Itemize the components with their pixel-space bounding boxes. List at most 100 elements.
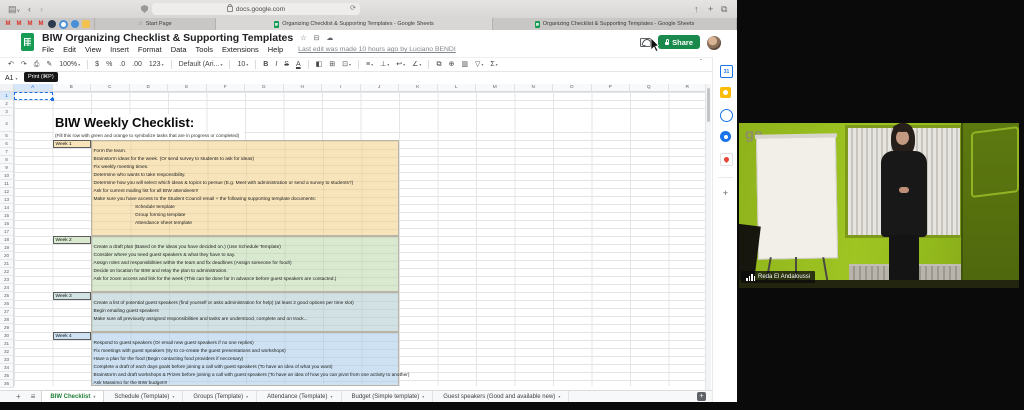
week-label-4[interactable]: Week 4 — [53, 332, 92, 340]
menu-insert[interactable]: Insert — [110, 45, 129, 54]
add-sheet-button[interactable]: + — [12, 392, 25, 401]
row-header-35[interactable]: 35 — [0, 372, 14, 380]
maps-icon[interactable] — [720, 153, 733, 166]
redo-button[interactable]: ↷ — [21, 60, 27, 70]
sheet-tab-5[interactable]: Budget (Simple template)▾ — [344, 391, 434, 402]
increase-decimals-button[interactable]: .00 — [132, 60, 142, 70]
pinned-tab-blue-ring-icon[interactable] — [59, 20, 68, 29]
task-cell[interactable]: Create a draft plan (Based on the ideas … — [94, 244, 281, 252]
row-header-31[interactable]: 31 — [0, 340, 14, 348]
vertical-align-button[interactable]: ⊥▾ — [380, 60, 389, 70]
vertical-scrollbar[interactable] — [705, 84, 711, 390]
row-header-6[interactable]: 6 — [0, 140, 14, 148]
menu-help[interactable]: Help — [268, 45, 283, 54]
privacy-shield-icon[interactable] — [141, 5, 148, 13]
row-header-32[interactable]: 32 — [0, 348, 14, 356]
column-header-I[interactable]: I — [322, 84, 361, 92]
column-header-P[interactable]: P — [592, 84, 631, 92]
sheet-tab-2[interactable]: Schedule (Template)▾ — [106, 391, 183, 402]
pinned-tab-gmail-icon[interactable]: M — [26, 20, 34, 28]
sheet-title-cell[interactable]: BIW Weekly Checklist: — [55, 114, 202, 131]
task-cell[interactable]: Respond to guest speakers (Or email new … — [94, 340, 254, 348]
row-header-24[interactable]: 24 — [0, 284, 14, 292]
menu-view[interactable]: View — [85, 45, 101, 54]
italic-button[interactable]: I — [275, 60, 277, 70]
column-header-E[interactable]: E — [168, 84, 207, 92]
format-percent-button[interactable]: % — [106, 60, 112, 70]
pinned-tab-dark-icon[interactable] — [48, 20, 56, 28]
row-header-1[interactable]: 1 — [0, 92, 14, 100]
borders-button[interactable]: ⊞ — [329, 60, 335, 70]
explore-button[interactable]: + — [697, 392, 706, 401]
insert-comment-button[interactable]: ⊕ — [448, 60, 454, 70]
all-sheets-button[interactable]: ≡ — [27, 392, 40, 401]
task-cell[interactable]: Ask Massimo for the BIW budget!!! — [94, 380, 168, 388]
row-header-34[interactable]: 34 — [0, 364, 14, 372]
row-header-33[interactable]: 33 — [0, 356, 14, 364]
pinned-tab-gmail-icon[interactable]: M — [37, 20, 45, 28]
sidebar-toggle-icon[interactable]: ▤∨ — [8, 3, 20, 17]
strikethrough-button[interactable]: S — [284, 60, 289, 70]
row-header-11[interactable]: 11 — [0, 180, 14, 188]
paint-format-button[interactable]: ✎ — [46, 60, 52, 70]
task-cell[interactable]: Make sure all previously assigned respon… — [94, 316, 308, 324]
row-header-13[interactable]: 13 — [0, 196, 14, 204]
select-all-corner[interactable] — [0, 84, 14, 92]
share-page-icon[interactable]: ↑ — [694, 3, 699, 15]
sheet-subtitle-cell[interactable]: (Fill this row with green and orange to … — [55, 132, 244, 140]
format-currency-button[interactable]: $ — [95, 60, 99, 70]
insert-chart-button[interactable]: ▥ — [461, 60, 468, 70]
task-cell[interactable]: Begin emailing guest speakers — [94, 308, 159, 316]
week-label-3[interactable]: Week 3 — [53, 292, 92, 300]
video-participant-tile[interactable]: ge Reda El Andaloussi — [739, 123, 1019, 288]
insert-link-button[interactable]: ⧉ — [436, 60, 441, 70]
undo-button[interactable]: ↶ — [8, 60, 14, 70]
task-cell[interactable]: Determine how you will select which idea… — [94, 180, 354, 188]
reload-icon[interactable]: ⟳ — [350, 4, 356, 12]
side-panel-collapse-icon[interactable]: ˆ — [700, 60, 702, 66]
row-header-14[interactable]: 14 — [0, 204, 14, 212]
keep-icon[interactable] — [720, 87, 731, 98]
row-header-15[interactable]: 15 — [0, 212, 14, 220]
menu-extensions[interactable]: Extensions — [222, 45, 259, 54]
row-header-19[interactable]: 19 — [0, 244, 14, 252]
browser-tab-2[interactable]: Organizing Checklist & Supporting Templa… — [216, 18, 493, 30]
number-format-button[interactable]: 123▾ — [149, 60, 164, 70]
column-header-L[interactable]: L — [438, 84, 477, 92]
pinned-tab-gmail-icon[interactable]: M — [4, 20, 12, 28]
column-header-N[interactable]: N — [515, 84, 554, 92]
row-header-20[interactable]: 20 — [0, 252, 14, 260]
spreadsheet-grid[interactable]: ABCDEFGHIJKLMNOPQR 123456789101112131415… — [0, 84, 712, 390]
row-header-22[interactable]: 22 — [0, 268, 14, 276]
zoom-select-button[interactable]: 100%▾ — [59, 60, 80, 70]
merge-cells-button[interactable]: ⊡▾ — [342, 60, 351, 70]
tasks-icon[interactable] — [720, 109, 733, 122]
row-header-27[interactable]: 27 — [0, 308, 14, 316]
column-header-H[interactable]: H — [284, 84, 323, 92]
row-header-5[interactable]: 5 — [0, 132, 14, 140]
row-header-26[interactable]: 26 — [0, 300, 14, 308]
move-folder-icon[interactable]: ⊟ — [314, 34, 320, 42]
forward-button[interactable]: › — [40, 3, 43, 15]
row-header-29[interactable]: 29 — [0, 324, 14, 332]
pinned-tab-yellow-icon[interactable] — [82, 20, 90, 28]
share-button[interactable]: Share — [658, 35, 700, 49]
row-header-3[interactable]: 3 — [0, 108, 14, 116]
row-header-2[interactable]: 2 — [0, 100, 14, 108]
column-header-C[interactable]: C — [91, 84, 130, 92]
create-filter-button[interactable]: ▽▾ — [475, 60, 483, 70]
row-header-8[interactable]: 8 — [0, 156, 14, 164]
column-header-J[interactable]: J — [361, 84, 400, 92]
task-cell[interactable]: Create a list of potential guest speaker… — [94, 300, 354, 308]
font-size-button[interactable]: 10▾ — [237, 60, 248, 70]
task-cell[interactable]: Make sure you have access to the Student… — [94, 196, 317, 204]
menu-data[interactable]: Data — [171, 45, 187, 54]
decrease-decimals-button[interactable]: .0 — [119, 60, 125, 70]
text-color-button[interactable]: A — [296, 60, 301, 70]
contacts-icon[interactable] — [720, 131, 731, 142]
column-header-O[interactable]: O — [553, 84, 592, 92]
sheet-tab-4[interactable]: Attendance (Template)▾ — [259, 391, 341, 402]
row-header-9[interactable]: 9 — [0, 164, 14, 172]
column-header-Q[interactable]: Q — [630, 84, 669, 92]
vertical-scrollbar-thumb[interactable] — [707, 88, 710, 122]
